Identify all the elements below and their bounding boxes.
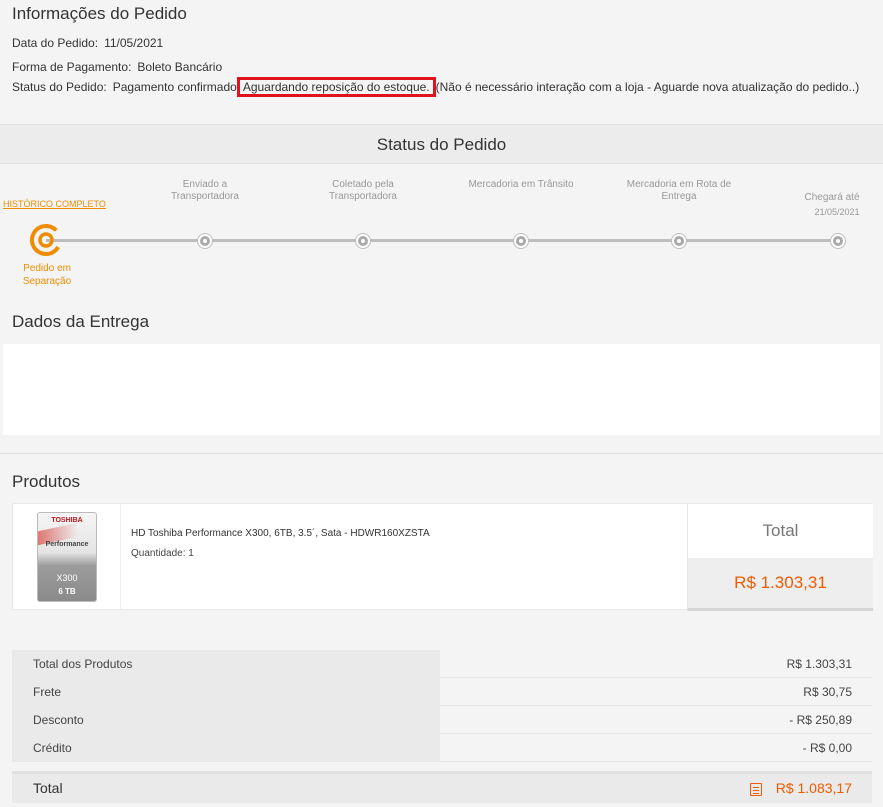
order-date-label: Data do Pedido: <box>12 36 99 50</box>
order-info-title: Informações do Pedido <box>12 4 187 23</box>
step-label-arrival: Chegará até <box>804 192 860 203</box>
status-section-header: Status do Pedido <box>0 124 883 164</box>
step-dot-in-transit <box>514 234 528 248</box>
products-title: Produtos <box>12 472 81 491</box>
step-dot-shipped <box>198 234 212 248</box>
product-total-box: Total R$ 1.303,31 <box>687 504 873 611</box>
summary-row-credit: Crédito - R$ 0,00 <box>12 734 872 762</box>
summary-row-products: Total dos Produtos R$ 1.303,31 <box>12 650 872 678</box>
product-name[interactable]: HD Toshiba Performance X300, 6TB, 3.5´, … <box>131 528 430 539</box>
summary-value: R$ 30,75 <box>803 685 852 699</box>
product-card: TOSHIBA Performance X300 6 TB HD Toshiba… <box>12 503 873 611</box>
step-dot-collected <box>356 234 370 248</box>
step-label-out-for-delivery: Mercadoria em Rota de Entrega <box>626 179 732 202</box>
order-summary: Total dos Produtos R$ 1.303,31 Frete R$ … <box>12 650 872 762</box>
order-date-row: Data do Pedido: 11/05/2021 <box>12 36 163 50</box>
product-total-value: R$ 1.303,31 <box>688 558 873 611</box>
summary-label: Total dos Produtos <box>12 650 440 677</box>
summary-value: R$ 1.303,31 <box>786 657 852 671</box>
delivery-details-box <box>3 344 880 435</box>
product-total-label: Total <box>762 521 799 540</box>
order-status-suffix: (Não é necessário interação com a loja -… <box>435 80 860 94</box>
summary-value: - R$ 250,89 <box>789 713 852 727</box>
summary-total-value: R$ 1.083,17 <box>775 780 852 796</box>
current-step-icon <box>30 224 62 256</box>
product-image[interactable]: TOSHIBA Performance X300 6 TB <box>13 504 121 609</box>
order-status-label: Status do Pedido: <box>12 80 107 94</box>
summary-label: Crédito <box>12 734 440 761</box>
order-status-highlight: Aguardando reposição do estoque. <box>236 77 436 97</box>
product-quantity: Quantidade: 1 <box>131 548 194 559</box>
summary-label: Desconto <box>12 706 440 733</box>
delivery-title: Dados da Entrega <box>12 312 150 331</box>
order-date-value: 11/05/2021 <box>104 36 164 50</box>
step-label-shipped: Enviado a Transportadora <box>171 179 239 202</box>
order-status-row: Status do Pedido: Pagamento confirmado Agu… <box>12 77 860 97</box>
step-dot-arrival <box>831 234 845 248</box>
payment-method-label: Forma de Pagamento: <box>12 60 132 74</box>
receipt-icon <box>750 783 762 796</box>
summary-row-discount: Desconto - R$ 250,89 <box>12 706 872 734</box>
summary-row-shipping: Frete R$ 30,75 <box>12 678 872 706</box>
payment-method-value: Boleto Bancário <box>137 60 223 74</box>
hdd-image: TOSHIBA Performance X300 6 TB <box>37 512 97 602</box>
step-arrival-date: 21/05/2021 <box>814 207 860 217</box>
step-dot-out-for-delivery <box>672 234 686 248</box>
current-step-label: Pedido em Separação <box>22 263 72 287</box>
section-divider <box>0 453 883 454</box>
order-status-prefix: Pagamento confirmado <box>112 80 237 94</box>
summary-total-row: Total R$ 1.083,17 <box>12 771 872 803</box>
summary-value: - R$ 0,00 <box>802 741 852 755</box>
step-label-in-transit: Mercadoria em Trânsito <box>468 179 574 190</box>
timeline-track <box>46 239 838 242</box>
summary-label: Frete <box>12 678 440 705</box>
payment-method-row: Forma de Pagamento: Boleto Bancário <box>12 60 222 74</box>
history-link[interactable]: HISTÓRICO COMPLETO <box>3 199 106 209</box>
step-label-collected: Coletado pela Transportadora <box>329 179 397 202</box>
summary-total-label: Total <box>33 780 63 796</box>
